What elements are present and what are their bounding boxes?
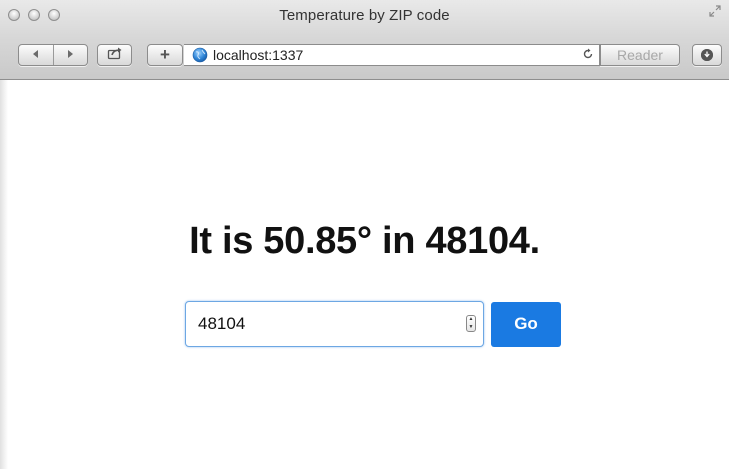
- window-edge-shadow: [0, 80, 8, 469]
- temperature-headline: It is 50.85° in 48104.: [189, 220, 540, 262]
- url-text: localhost:1337: [213, 47, 304, 63]
- downloads-button[interactable]: [692, 44, 722, 66]
- zip-code-value: 48104: [198, 314, 246, 333]
- fullscreen-icon[interactable]: [707, 5, 723, 21]
- stepper-up-icon[interactable]: ▲: [469, 317, 474, 322]
- zip-code-input[interactable]: 48104 ▲ ▼: [185, 301, 484, 347]
- back-arrow-icon: [31, 46, 41, 64]
- back-button[interactable]: [19, 45, 54, 65]
- reader-button[interactable]: Reader: [600, 44, 680, 66]
- reload-icon[interactable]: [581, 48, 595, 63]
- window-title: Temperature by ZIP code: [279, 7, 450, 24]
- forward-arrow-icon: [65, 46, 75, 64]
- address-bar[interactable]: localhost:1337: [184, 44, 600, 66]
- download-icon: [701, 49, 713, 61]
- forward-button[interactable]: [54, 45, 88, 65]
- zip-form: 48104 ▲ ▼ Go: [185, 301, 561, 347]
- reader-label: Reader: [617, 47, 663, 63]
- add-bookmark-button[interactable]: +: [147, 44, 183, 66]
- browser-toolbar: Temperature by ZIP code + localhost:1337…: [0, 0, 729, 80]
- globe-icon: [192, 47, 208, 63]
- go-button[interactable]: Go: [491, 301, 561, 347]
- number-stepper[interactable]: ▲ ▼: [466, 315, 476, 332]
- page-content: It is 50.85° in 48104. 48104 ▲ ▼ Go: [0, 80, 729, 469]
- browser-window: Temperature by ZIP code + localhost:1337…: [0, 0, 729, 469]
- share-icon: [107, 46, 123, 65]
- stepper-down-icon[interactable]: ▼: [469, 324, 474, 330]
- back-forward-buttons: [18, 44, 88, 66]
- plus-icon: +: [160, 45, 170, 64]
- share-button[interactable]: [97, 44, 132, 66]
